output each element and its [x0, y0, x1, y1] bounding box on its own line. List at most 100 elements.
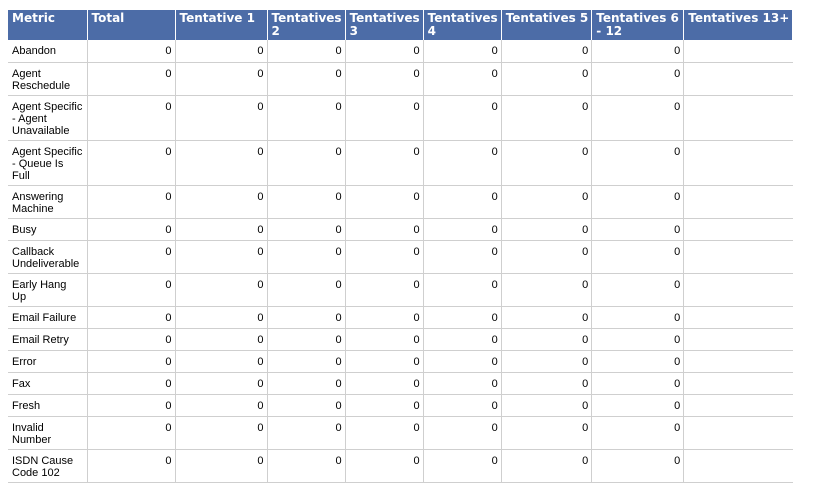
table-row: Agent Reschedule 0 0 0 0 0 0 0: [8, 62, 793, 96]
value-cell: 0: [501, 328, 593, 351]
column-header-total[interactable]: Total: [86, 10, 176, 40]
value-cell: 0: [423, 62, 502, 96]
value-cell: 0: [87, 328, 176, 351]
value-cell: 0: [87, 416, 176, 450]
metric-cell: Agent Specific - Queue Is Full: [8, 140, 88, 186]
value-cell: 0: [267, 218, 346, 241]
metric-cell: Agent Specific - Agent Unavailable: [8, 95, 88, 141]
value-cell: [683, 240, 793, 274]
value-cell: 0: [423, 95, 502, 141]
value-cell: 0: [591, 40, 685, 63]
value-cell: 0: [591, 95, 685, 141]
table-row: Fresh 0 0 0 0 0 0 0: [8, 394, 793, 417]
metric-cell: Busy: [8, 218, 88, 241]
metric-cell: Callback Undeliverable: [8, 240, 88, 274]
value-cell: 0: [87, 372, 176, 395]
value-cell: 0: [423, 185, 502, 219]
value-cell: 0: [423, 273, 502, 307]
column-header-tentative-1[interactable]: Tentative 1: [174, 10, 268, 40]
value-cell: 0: [423, 328, 502, 351]
value-cell: 0: [501, 185, 593, 219]
value-cell: [683, 350, 793, 373]
value-cell: [683, 273, 793, 307]
table-row: Email Retry 0 0 0 0 0 0 0: [8, 328, 793, 351]
column-header-tentatives-2[interactable]: Tentatives 2: [266, 10, 346, 40]
value-cell: 0: [345, 40, 424, 63]
table-row: Early Hang Up 0 0 0 0 0 0 0: [8, 273, 793, 307]
metric-cell: Abandon: [8, 40, 88, 63]
value-cell: 0: [591, 372, 685, 395]
value-cell: 0: [501, 394, 593, 417]
value-cell: 0: [345, 372, 424, 395]
metrics-table: Metric Total Tentative 1 Tentatives 2 Te…: [8, 10, 794, 483]
value-cell: 0: [267, 185, 346, 219]
value-cell: 0: [423, 218, 502, 241]
value-cell: 0: [175, 40, 268, 63]
value-cell: 0: [267, 40, 346, 63]
value-cell: 0: [175, 185, 268, 219]
metric-cell: ISDN Cause Code 102: [8, 449, 88, 483]
metric-cell: Fresh: [8, 394, 88, 417]
value-cell: 0: [345, 62, 424, 96]
value-cell: 0: [423, 40, 502, 63]
value-cell: 0: [423, 449, 502, 483]
value-cell: 0: [345, 328, 424, 351]
column-header-tentatives-13-plus[interactable]: Tentatives 13+: [683, 10, 794, 40]
value-cell: 0: [87, 185, 176, 219]
column-header-tentatives-3[interactable]: Tentatives 3: [344, 10, 424, 40]
metric-cell: Invalid Number: [8, 416, 88, 450]
value-cell: 0: [175, 328, 268, 351]
value-cell: 0: [423, 372, 502, 395]
value-cell: 0: [345, 350, 424, 373]
value-cell: 0: [501, 449, 593, 483]
value-cell: 0: [591, 185, 685, 219]
value-cell: 0: [345, 306, 424, 329]
value-cell: 0: [175, 95, 268, 141]
value-cell: 0: [501, 40, 593, 63]
value-cell: 0: [423, 350, 502, 373]
value-cell: 0: [175, 306, 268, 329]
value-cell: 0: [345, 416, 424, 450]
value-cell: 0: [423, 140, 502, 186]
value-cell: 0: [175, 62, 268, 96]
column-header-metric[interactable]: Metric: [8, 10, 88, 40]
metric-cell: Answering Machine: [8, 185, 88, 219]
value-cell: 0: [87, 40, 176, 63]
value-cell: 0: [87, 140, 176, 186]
value-cell: 0: [501, 240, 593, 274]
column-header-tentatives-6-12[interactable]: Tentatives 6 - 12: [591, 10, 685, 40]
table-row: Invalid Number 0 0 0 0 0 0 0: [8, 416, 793, 450]
table-row: ISDN Cause Code 102 0 0 0 0 0 0 0: [8, 449, 793, 483]
value-cell: [683, 62, 793, 96]
value-cell: 0: [267, 306, 346, 329]
value-cell: 0: [345, 240, 424, 274]
metric-cell: Email Failure: [8, 306, 88, 329]
value-cell: 0: [591, 328, 685, 351]
metric-cell: Agent Reschedule: [8, 62, 88, 96]
value-cell: [683, 185, 793, 219]
value-cell: 0: [591, 306, 685, 329]
value-cell: 0: [345, 140, 424, 186]
value-cell: 0: [267, 449, 346, 483]
table-row: Fax 0 0 0 0 0 0 0: [8, 372, 793, 395]
column-header-tentatives-5[interactable]: Tentatives 5: [500, 10, 593, 40]
value-cell: 0: [501, 306, 593, 329]
value-cell: 0: [87, 394, 176, 417]
value-cell: 0: [267, 62, 346, 96]
value-cell: 0: [87, 62, 176, 96]
value-cell: 0: [175, 140, 268, 186]
value-cell: 0: [267, 95, 346, 141]
value-cell: 0: [423, 416, 502, 450]
value-cell: 0: [591, 273, 685, 307]
value-cell: 0: [501, 140, 593, 186]
value-cell: 0: [267, 350, 346, 373]
value-cell: 0: [501, 273, 593, 307]
value-cell: 0: [591, 449, 685, 483]
value-cell: 0: [267, 240, 346, 274]
value-cell: 0: [591, 218, 685, 241]
value-cell: 0: [175, 350, 268, 373]
value-cell: 0: [87, 449, 176, 483]
column-header-tentatives-4[interactable]: Tentatives 4: [422, 10, 502, 40]
table-row: Agent Specific - Agent Unavailable 0 0 0 0 0 0…: [8, 95, 793, 141]
table-row: Busy 0 0 0 0 0 0 0: [8, 218, 793, 241]
